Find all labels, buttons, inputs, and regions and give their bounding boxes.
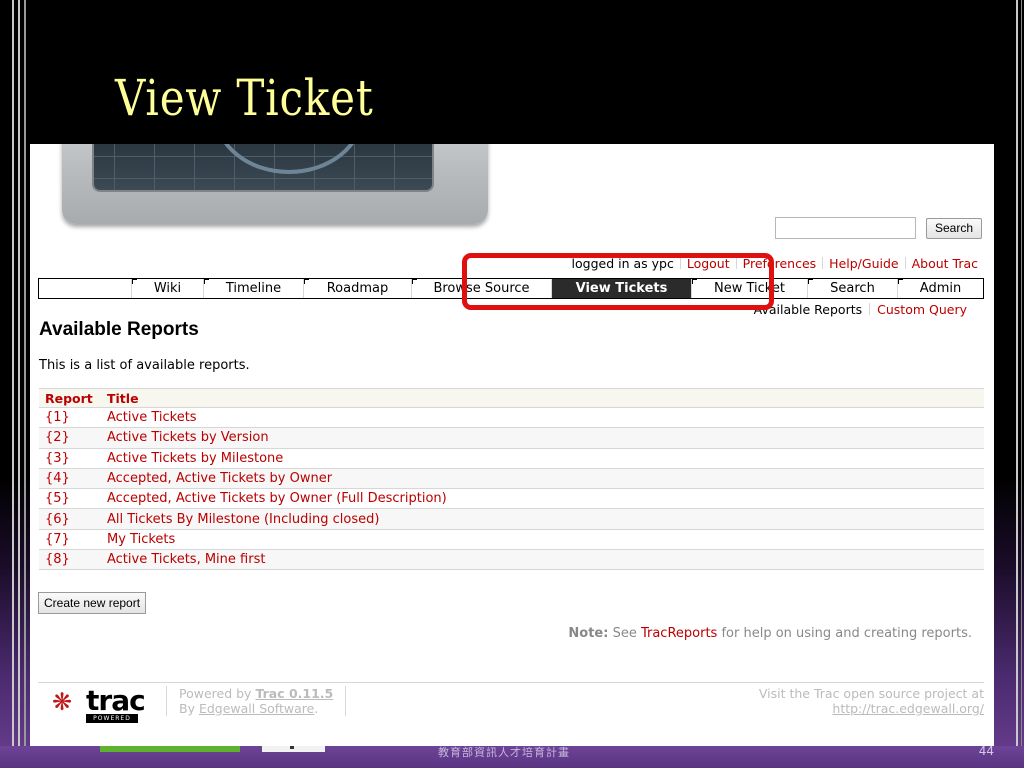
search-input[interactable] [775, 217, 916, 239]
note-text-after: for help on using and creating reports. [721, 626, 972, 641]
column-header-title[interactable]: Title [101, 388, 984, 408]
tab-wiki[interactable]: Wiki [131, 279, 203, 298]
table-row: {7} My Tickets [39, 529, 984, 551]
slide-right-border [1016, 0, 1018, 768]
edgewall-link[interactable]: Edgewall Software [199, 701, 314, 716]
logo-screen [92, 144, 434, 192]
trac-screenshot: Search logged in as ypc Logout Preferences… [30, 144, 994, 746]
report-id[interactable]: {6} [39, 508, 101, 530]
trac-logo-text: trac [86, 684, 146, 717]
report-id[interactable]: {3} [39, 448, 101, 469]
table-row: {4} Accepted, Active Tickets by Owner [39, 468, 984, 490]
taskbar-block [262, 746, 325, 752]
report-id[interactable]: {7} [39, 529, 101, 551]
note-text-before: See [612, 626, 637, 641]
report-title[interactable]: Accepted, Active Tickets by Owner [101, 468, 984, 490]
table-row: {6} All Tickets By Milestone (Including c… [39, 508, 984, 530]
tab-search[interactable]: Search [807, 279, 897, 298]
report-title[interactable]: Active Tickets, Mine first [101, 549, 984, 571]
footer-visit: Visit the Trac open source project at ht… [758, 686, 984, 716]
table-row: {8} Active Tickets, Mine first [39, 549, 984, 571]
table-row: {5} Accepted, Active Tickets by Owner (Fu… [39, 488, 984, 510]
report-title[interactable]: My Tickets [101, 529, 984, 551]
table-row: {3} Active Tickets by Milestone [39, 448, 984, 469]
column-header-report[interactable]: Report [39, 388, 101, 408]
tab-roadmap[interactable]: Roadmap [303, 279, 411, 298]
report-id[interactable]: {1} [39, 407, 101, 429]
table-row: {1} Active Tickets [39, 407, 984, 429]
slide-right-border-inner [1021, 0, 1022, 768]
slide-title: View Ticket [115, 69, 374, 127]
page-intro: This is a list of available reports. [39, 358, 250, 373]
page-title: Available Reports [39, 319, 199, 340]
reports-table: Report Title {1} Active Tickets {2} Active… [39, 388, 984, 571]
tab-timeline[interactable]: Timeline [203, 279, 303, 298]
search-button[interactable]: Search [926, 218, 982, 239]
table-row: {2} Active Tickets by Version [39, 427, 984, 449]
report-title[interactable]: Active Tickets by Milestone [101, 448, 984, 469]
highlight-box [462, 253, 774, 310]
report-title[interactable]: Active Tickets by Version [101, 427, 984, 449]
report-id[interactable]: {5} [39, 488, 101, 510]
trac-reports-link[interactable]: TracReports [641, 626, 717, 641]
report-id[interactable]: {2} [39, 427, 101, 449]
report-title[interactable]: Accepted, Active Tickets by Owner (Full … [101, 488, 984, 510]
slide-page-number: 44 [978, 744, 994, 758]
report-title[interactable]: All Tickets By Milestone (Including clos… [101, 508, 984, 530]
context-navigation: Available Reports Custom Query [747, 302, 974, 317]
tab-admin[interactable]: Admin [897, 279, 983, 298]
custom-query-link[interactable]: Custom Query [870, 302, 974, 317]
site-logo[interactable] [62, 144, 488, 224]
progress-block [100, 746, 240, 752]
create-new-report-button[interactable]: Create new report [38, 592, 147, 614]
trac-powered-logo[interactable]: ❋ trac POWERED [52, 684, 170, 723]
trac-homepage-link[interactable]: http://trac.edgewall.org/ [832, 701, 984, 716]
slide-footer-caption: 教育部資訊人才培育計畫 [438, 746, 570, 759]
footer-powered-by: Powered by Trac 0.11.5 By Edgewall Softw… [166, 686, 347, 716]
help-note: Note: See TracReports for help on using … [568, 626, 972, 641]
report-id[interactable]: {4} [39, 468, 101, 490]
powered-badge: POWERED [86, 714, 138, 723]
help-guide-link[interactable]: Help/Guide [823, 256, 904, 271]
note-label: Note: [568, 626, 609, 641]
footer-divider [38, 682, 984, 683]
report-id[interactable]: {8} [39, 549, 101, 571]
slide-left-border [0, 0, 26, 768]
about-trac-link[interactable]: About Trac [906, 256, 984, 271]
report-title[interactable]: Active Tickets [101, 407, 984, 429]
paw-icon: ❋ [52, 688, 73, 716]
trac-version-link[interactable]: Trac 0.11.5 [255, 686, 333, 701]
